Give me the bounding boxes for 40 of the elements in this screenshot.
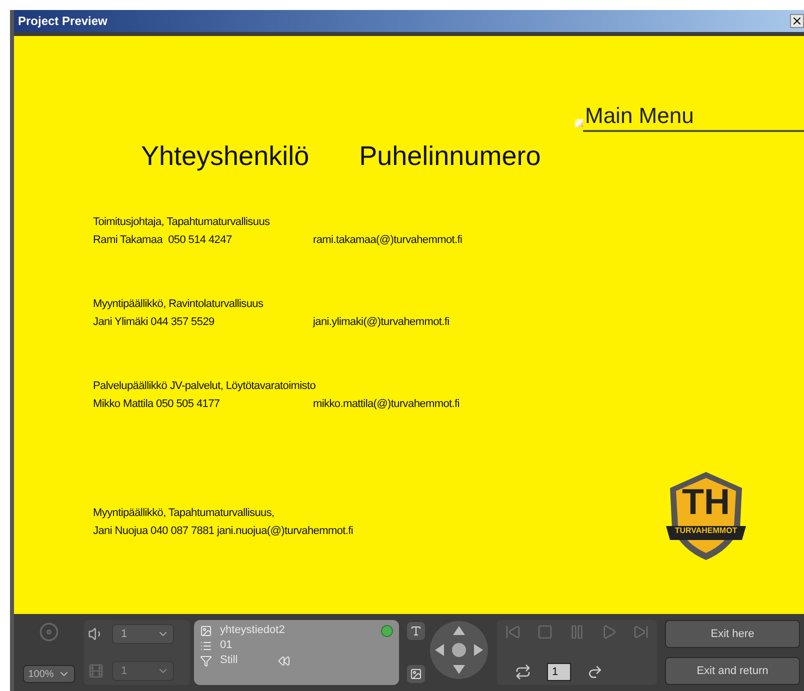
- contact-role: Myyntipäällikkö, Ravintolaturvallisuus: [93, 296, 264, 312]
- audio-dropdown[interactable]: 1: [112, 624, 174, 644]
- image-button[interactable]: [407, 665, 425, 683]
- contact-email: mikko.mattila(@)turvahemmot.fi: [313, 396, 460, 412]
- subtitle-icon: [88, 663, 104, 679]
- asset-name: yhteystiedot2: [220, 623, 285, 638]
- contact-role: Palvelupäällikkö JV-palvelut, Löytötavaratoimisto: [93, 378, 316, 394]
- column-heading: Puhelinnumero: [359, 140, 541, 173]
- redo-icon[interactable]: [587, 664, 603, 680]
- contact-email: rami.takamaa(@)turvahemmot.fi: [313, 232, 462, 248]
- contact-role: Myyntipäällikkö, Tapahtumaturvallisuus,: [93, 506, 274, 520]
- disc-icon: [39, 622, 59, 642]
- exit-button[interactable]: Exit and return: [665, 657, 800, 685]
- text-icon: [410, 625, 422, 637]
- main-menu-link[interactable]: Main Menu: [583, 102, 804, 132]
- contact-details: Jani Nuojua 040 087 7881 jani.nuojua(@)turvahemmot.fi: [93, 524, 354, 538]
- contact-role: Toimitusjohtaja, Tapahtumaturvallisuus: [93, 214, 270, 230]
- zoom-dropdown[interactable]: 100%: [23, 665, 75, 683]
- contact-email: jani.ylimaki(@)turvahemmot.fi: [313, 314, 450, 330]
- loop-icon[interactable]: [515, 664, 531, 680]
- image-icon: [410, 668, 422, 680]
- counter-field[interactable]: 1: [547, 663, 571, 681]
- exit-button[interactable]: Exit here: [665, 620, 800, 648]
- column-heading: Yhteyshenkilö: [141, 140, 310, 173]
- logo-initials: TH: [682, 484, 730, 520]
- page-corner-icon: [575, 119, 583, 127]
- asset-number: 01: [220, 638, 232, 653]
- rewind-icon: [278, 654, 290, 666]
- text-button[interactable]: [407, 622, 425, 640]
- contact-name-phone: Jani Ylimäki 044 357 5529: [93, 314, 216, 330]
- logo-text: TURVAHEMMOT: [674, 524, 738, 536]
- image-icon: [200, 624, 212, 636]
- filter-icon: [200, 654, 212, 666]
- contact-name-phone: Rami Takamaa 050 514 4247: [93, 232, 233, 248]
- direction-pad[interactable]: [429, 620, 489, 680]
- contact-name-phone: Mikko Mattila 050 505 4177: [93, 396, 221, 412]
- window-title: Project Preview: [17, 13, 108, 30]
- close-icon: [791, 15, 803, 27]
- asset-type: Still: [220, 653, 238, 668]
- close-button[interactable]: [790, 14, 804, 28]
